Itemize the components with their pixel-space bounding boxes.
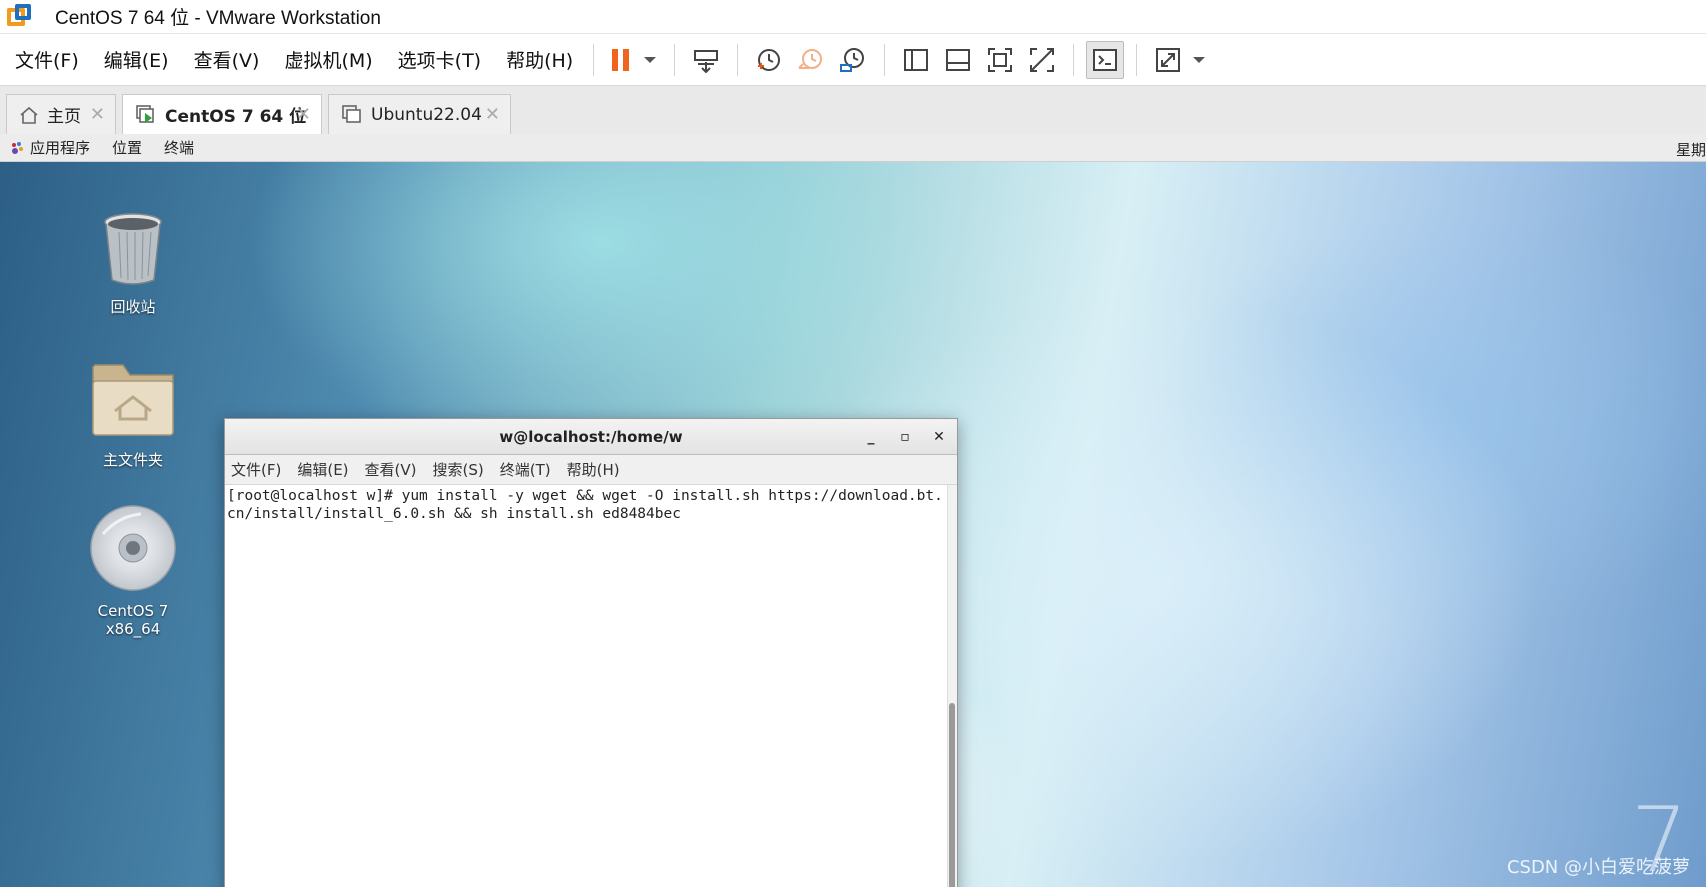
home-icon (20, 106, 38, 124)
panel-clock[interactable]: 星期 (1676, 139, 1706, 160)
thumbnail-bar-button[interactable] (939, 41, 977, 79)
terminal-window: w@localhost:/home/w _ ▫ ✕ 文件(F) 编辑(E) 查看… (224, 418, 958, 887)
send-keys-icon (694, 49, 719, 73)
terminal-titlebar[interactable]: w@localhost:/home/w _ ▫ ✕ (225, 419, 957, 455)
desktop-icon-disc[interactable]: CentOS 7 x86_64 (73, 504, 193, 638)
unity-mode-button[interactable] (1023, 41, 1061, 79)
full-screen-button[interactable] (981, 41, 1019, 79)
menu-help[interactable]: 帮助(H) (491, 46, 583, 73)
desktop-icon-label: 主文件夹 (102, 451, 163, 469)
desktop-icon-home-folder[interactable]: 主文件夹 (73, 357, 193, 470)
scrollbar-thumb[interactable] (949, 703, 955, 887)
places-menu[interactable]: 位置 (112, 137, 142, 158)
menu-tabs[interactable]: 选项卡(T) (383, 46, 491, 73)
tab-centos[interactable]: CentOS 7 64 位 ✕ (122, 94, 322, 134)
disc-icon (90, 505, 176, 591)
close-icon[interactable]: ✕ (296, 104, 311, 125)
menu-edit[interactable]: 编辑(E) (89, 46, 179, 73)
snapshot-manager-icon (840, 47, 865, 72)
tab-label: Ubuntu22.04 (371, 104, 482, 125)
toolbar-separator (1073, 43, 1075, 76)
terminal-menu-search[interactable]: 搜索(S) (433, 459, 484, 480)
tab-home[interactable]: 主页 ✕ (6, 94, 116, 134)
console-icon (1093, 48, 1118, 71)
terminal-title: w@localhost:/home/w (499, 428, 683, 446)
menu-file[interactable]: 文件(F) (0, 46, 89, 73)
console-view-button[interactable] (1086, 40, 1125, 79)
stretch-guest-button[interactable] (1149, 41, 1187, 79)
pause-icon (612, 48, 630, 71)
window-title: CentOS 7 64 位 - VMware Workstation (55, 8, 381, 29)
menu-vm[interactable]: 虚拟机(M) (269, 46, 382, 73)
close-button[interactable]: ✕ (929, 419, 949, 455)
pause-button[interactable] (606, 41, 636, 79)
unity-icon (1030, 47, 1055, 72)
menu-toolbar: 文件(F) 编辑(E) 查看(V) 虚拟机(M) 选项卡(T) 帮助(H) (0, 34, 1706, 86)
gnome-foot-icon (12, 141, 23, 154)
revert-snapshot-icon (798, 48, 823, 69)
close-icon[interactable]: ✕ (90, 104, 105, 125)
window-titlebar: CentOS 7 64 位 - VMware Workstation (0, 0, 1706, 34)
terminal-menubar: 文件(F) 编辑(E) 查看(V) 搜索(S) 终端(T) 帮助(H) (225, 455, 957, 485)
vm-desktop[interactable]: 回收站 主文件夹 CentOS 7 x86_64 w@localhost:/ho… (0, 162, 1706, 887)
toolbar-separator (674, 43, 676, 76)
power-dropdown-caret[interactable] (644, 56, 657, 63)
vm-running-icon (136, 104, 154, 123)
stretch-dropdown-caret[interactable] (1193, 56, 1206, 63)
vm-tab-bar: 主页 ✕ CentOS 7 64 位 ✕ Ubuntu22.04 ✕ (0, 86, 1706, 134)
toolbar-separator (1136, 43, 1138, 76)
full-screen-icon (988, 47, 1013, 72)
maximize-button[interactable]: ▫ (895, 419, 915, 455)
terminal-menu[interactable]: 终端 (164, 137, 194, 158)
tab-ubuntu[interactable]: Ubuntu22.04 ✕ (328, 94, 511, 134)
applications-menu[interactable]: 应用程序 (10, 137, 90, 158)
snapshot-icon (758, 48, 781, 71)
terminal-menu-terminal[interactable]: 终端(T) (500, 459, 551, 480)
desktop-icon-label: CentOS 7 x86_64 (97, 602, 169, 638)
terminal-scrollbar[interactable] (947, 485, 957, 887)
revert-snapshot-button[interactable] (792, 41, 830, 79)
send-ctrl-alt-del-button[interactable] (687, 41, 725, 79)
terminal-output[interactable]: [root@localhost w]# yum install -y wget … (225, 485, 947, 887)
csdn-watermark: CSDN @小白爱吃菠萝 (1506, 857, 1690, 878)
tab-label: 主页 (47, 107, 81, 127)
snapshot-manager-button[interactable] (834, 41, 872, 79)
desktop-icon-trash[interactable]: 回收站 (73, 212, 193, 317)
toolbar-separator (884, 43, 886, 76)
terminal-menu-file[interactable]: 文件(F) (231, 459, 281, 480)
tab-label: CentOS 7 64 位 (165, 107, 307, 127)
library-toggle-button[interactable] (897, 41, 935, 79)
toolbar-separator (737, 43, 739, 76)
snapshot-button[interactable] (750, 41, 788, 79)
toolbar-separator (593, 43, 595, 76)
applications-label: 应用程序 (30, 139, 91, 157)
menu-view[interactable]: 查看(V) (179, 46, 270, 73)
terminal-menu-edit[interactable]: 编辑(E) (297, 459, 348, 480)
trash-icon (104, 213, 162, 285)
vmware-logo-icon (7, 3, 33, 30)
desktop-icon-label: 回收站 (110, 298, 156, 316)
minimize-button[interactable]: _ (861, 419, 881, 455)
thumbnail-bar-icon (946, 48, 971, 71)
home-folder-icon (92, 364, 174, 436)
close-icon[interactable]: ✕ (485, 104, 500, 125)
stretch-icon (1156, 47, 1181, 72)
terminal-menu-view[interactable]: 查看(V) (365, 459, 417, 480)
sidebar-icon (904, 48, 929, 71)
gnome-top-panel: 应用程序 位置 终端 星期 (0, 134, 1706, 162)
vm-icon (342, 104, 361, 123)
terminal-menu-help[interactable]: 帮助(H) (567, 459, 620, 480)
